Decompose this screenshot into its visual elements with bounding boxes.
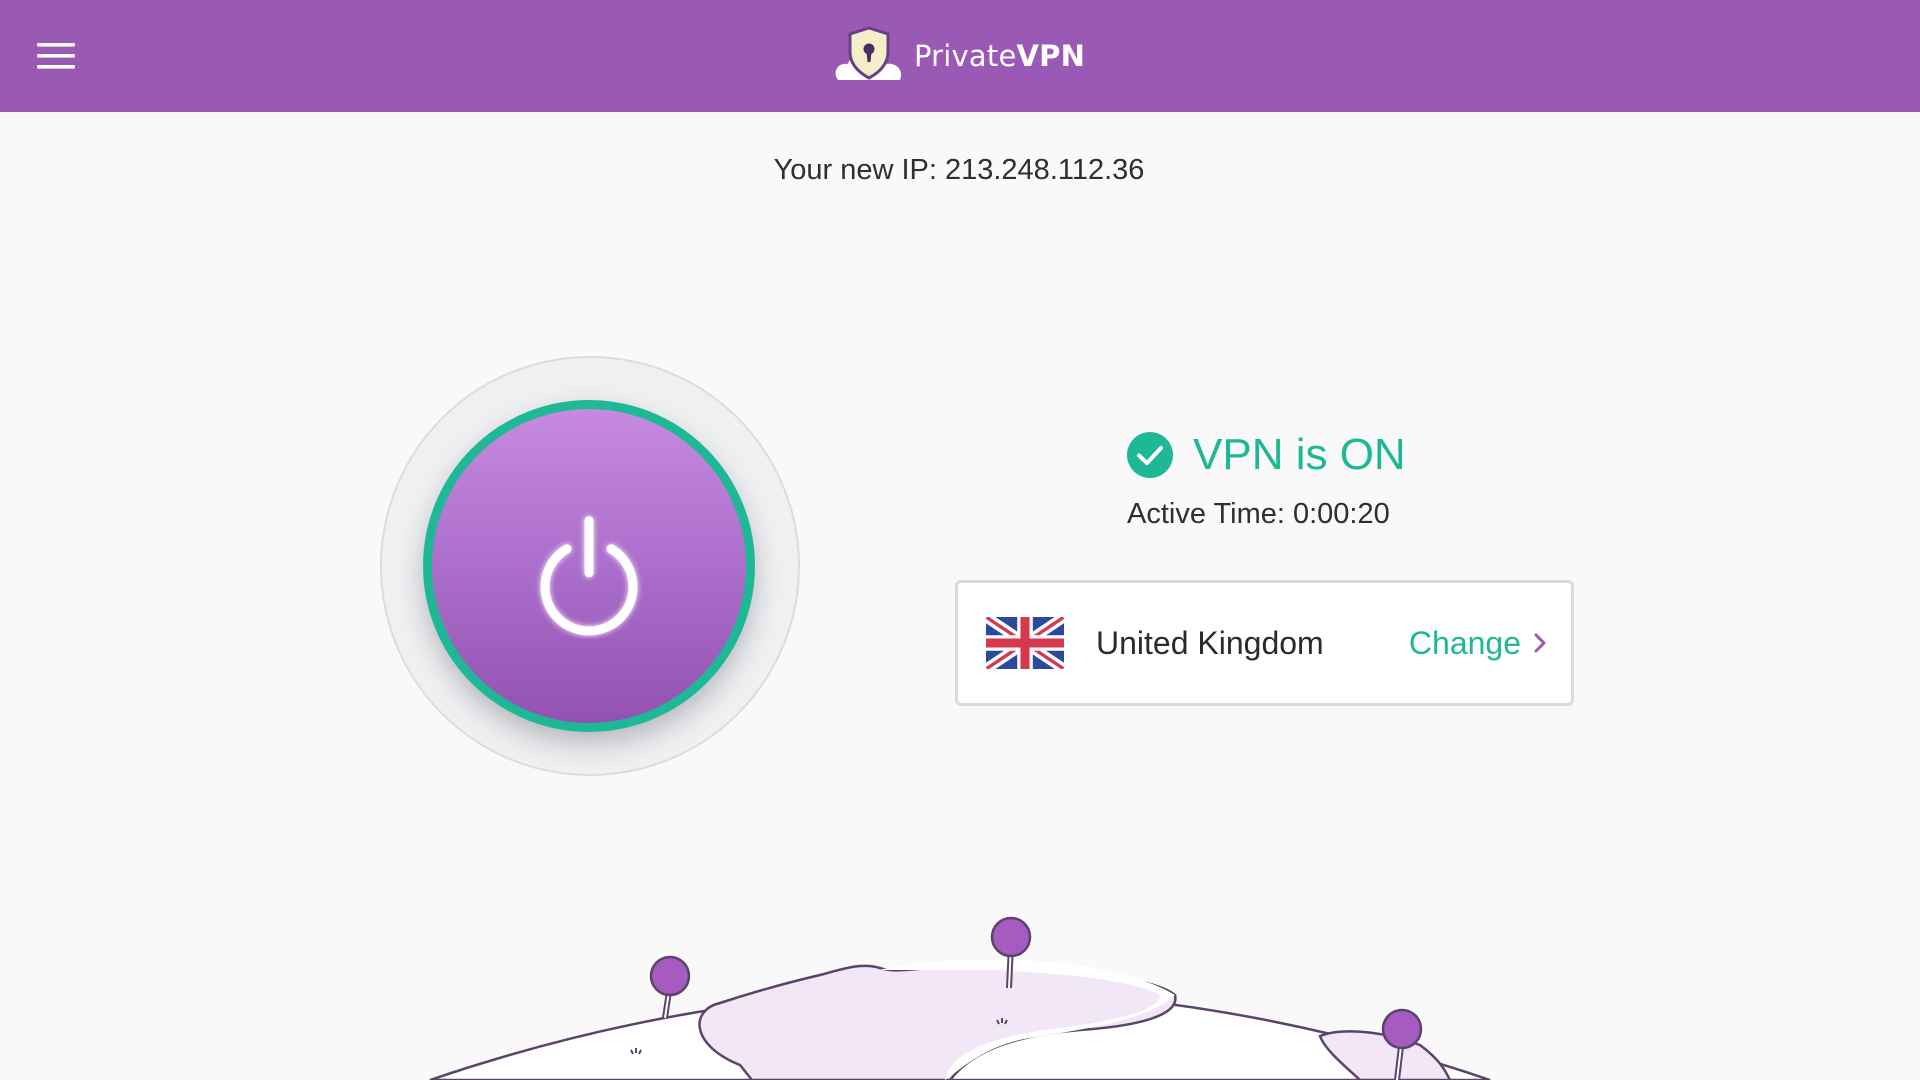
brand-name-light: Private bbox=[914, 39, 1017, 73]
power-button[interactable] bbox=[423, 400, 755, 732]
change-label: Change bbox=[1408, 624, 1521, 661]
location-selector[interactable]: United Kingdom Change bbox=[955, 580, 1574, 706]
check-circle-icon bbox=[1127, 432, 1173, 478]
shield-keyhole-cloud-icon bbox=[835, 26, 902, 80]
location-pin-1 bbox=[649, 955, 691, 1019]
new-ip-text: Your new IP: 213.248.112.36 bbox=[773, 154, 1145, 186]
globe-illustration bbox=[429, 916, 1491, 1080]
uk-flag-icon bbox=[986, 617, 1064, 669]
change-location-button[interactable]: Change bbox=[1409, 583, 1547, 703]
country-name: United Kingdom bbox=[1096, 624, 1324, 661]
brand-name-bold: VPN bbox=[1016, 39, 1086, 73]
active-time-text: Active Time: 0:00:20 bbox=[1127, 498, 1390, 530]
vpn-status: VPN is ON bbox=[1127, 430, 1406, 480]
chevron-right-icon bbox=[1534, 633, 1546, 653]
power-icon bbox=[540, 516, 638, 636]
app-header: PrivateVPN bbox=[0, 0, 1920, 112]
brand-name: PrivateVPN bbox=[914, 39, 1085, 73]
hamburger-menu-icon[interactable] bbox=[30, 36, 82, 76]
vpn-status-text: VPN is ON bbox=[1193, 430, 1406, 479]
app-logo: PrivateVPN bbox=[832, 24, 1085, 88]
